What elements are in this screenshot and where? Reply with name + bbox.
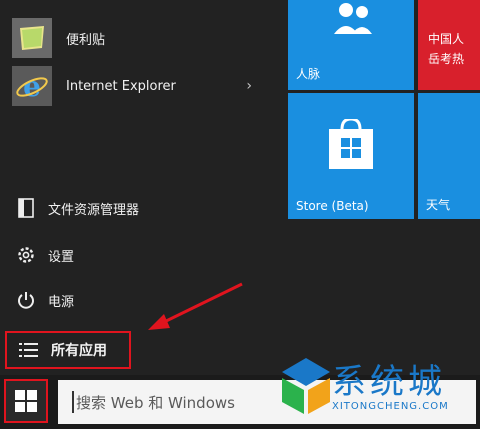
store-bag-icon — [329, 119, 373, 169]
chevron-right-icon[interactable]: › — [246, 78, 252, 94]
start-button[interactable] — [4, 379, 48, 423]
app-label: Internet Explorer — [66, 78, 176, 94]
file-explorer-label: 文件资源管理器 — [48, 202, 140, 218]
tile-people[interactable]: 人脉 — [288, 0, 414, 90]
all-apps-button[interactable]: 所有应用 — [5, 331, 131, 369]
tile-news-line1: 中国人 — [428, 32, 465, 46]
app-sticky-notes[interactable]: 便利贴 — [12, 16, 262, 60]
internet-explorer-icon: e — [12, 66, 52, 106]
tile-people-label: 人脉 — [296, 67, 321, 81]
start-left-column: 便利贴 e Internet Explorer › 文件资源管理器 设置 电源 … — [0, 0, 280, 375]
tile-weather-label: 天气 — [426, 198, 451, 212]
watermark: 系统城 XITONGCHENG.COM — [276, 352, 476, 422]
sticky-notes-icon — [12, 18, 52, 58]
tile-store[interactable]: Store (Beta) — [288, 93, 414, 219]
tile-news[interactable]: 中国人 岳考热 — [418, 0, 480, 90]
text-cursor — [72, 391, 74, 413]
svg-text:e: e — [23, 70, 41, 103]
tile-weather[interactable]: 天气 — [418, 93, 480, 219]
search-placeholder: 搜索 Web 和 Windows — [76, 393, 235, 412]
settings-item[interactable]: 设置 — [14, 241, 214, 269]
power-icon — [14, 288, 38, 312]
file-explorer-item[interactable]: 文件资源管理器 — [14, 194, 214, 222]
watermark-logo-icon — [282, 358, 330, 414]
list-icon — [17, 338, 41, 362]
all-apps-label: 所有应用 — [51, 343, 107, 359]
app-label: 便利贴 — [66, 32, 106, 48]
watermark-title: 系统城 — [332, 362, 446, 402]
file-explorer-icon — [14, 196, 38, 220]
start-menu: 便利贴 e Internet Explorer › 文件资源管理器 设置 电源 … — [0, 0, 480, 375]
settings-label: 设置 — [48, 249, 75, 265]
gear-icon — [14, 243, 38, 267]
red-arrow-annotation — [148, 282, 243, 330]
power-label: 电源 — [48, 294, 75, 310]
watermark-subtitle: XITONGCHENG.COM — [332, 401, 449, 412]
tile-store-label: Store (Beta) — [296, 199, 369, 213]
tile-news-line2: 岳考热 — [428, 52, 465, 66]
app-internet-explorer[interactable]: e Internet Explorer › — [12, 64, 262, 108]
people-icon — [334, 3, 372, 34]
windows-logo-icon — [15, 390, 37, 412]
